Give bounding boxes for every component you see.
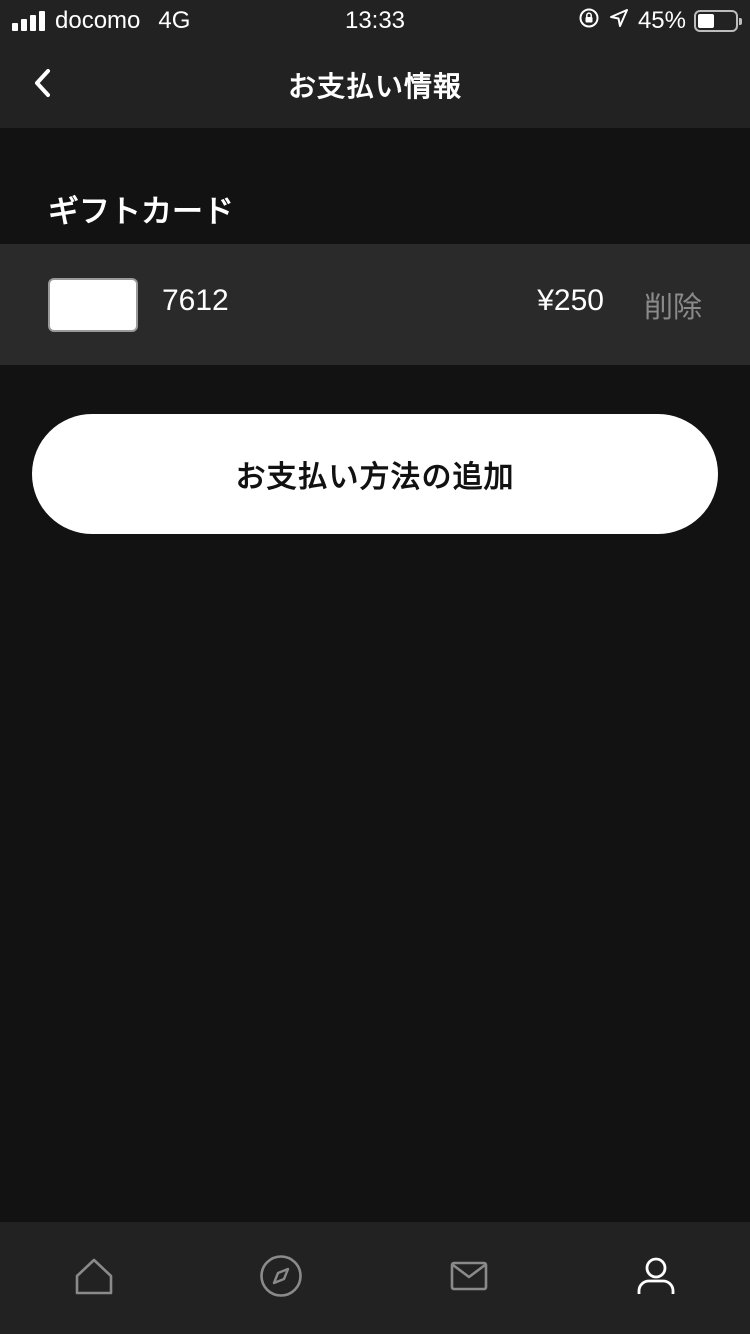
tab-profile[interactable] [563,1222,750,1334]
carrier-name: docomo [55,7,141,34]
gift-card-row: 7612 ¥250 削除 [0,244,750,365]
location-arrow-icon [608,7,630,36]
mail-icon [450,1261,488,1295]
gift-card-section-header: ギフトカード [48,194,234,230]
rotation-lock-icon [578,7,600,36]
battery-percent: 45% [637,7,686,34]
page-title: お支払い情報 [287,70,462,103]
navigation-bar: お支払い情報 [0,42,750,128]
profile-icon [636,1256,676,1300]
status-left: docomo 4G [12,7,190,35]
delete-button[interactable]: 削除 [644,284,702,326]
status-right: 45% [578,7,742,36]
status-bar: docomo 4G 13:33 45% [0,0,750,42]
battery-icon [694,10,742,32]
network-type: 4G [158,7,191,34]
tab-bar [0,1222,750,1334]
home-icon [74,1256,114,1300]
chevron-left-icon [31,67,55,103]
battery-level [698,14,715,28]
add-payment-method-button[interactable]: お支払い方法の追加 [32,414,718,534]
tab-home[interactable] [0,1222,188,1334]
signal-strength-icon [12,11,45,31]
payment-info-screen: docomo 4G 13:33 45% お支払い情報 ギフトカード 7612 ¥… [0,0,750,1334]
tab-explore[interactable] [188,1222,376,1334]
back-button[interactable] [16,58,70,112]
compass-icon [259,1254,303,1302]
gift-card-thumbnail [48,278,138,332]
gift-card-balance: ¥250 [537,284,604,317]
gift-card-number: 7612 [162,284,229,317]
tab-messages[interactable] [375,1222,563,1334]
